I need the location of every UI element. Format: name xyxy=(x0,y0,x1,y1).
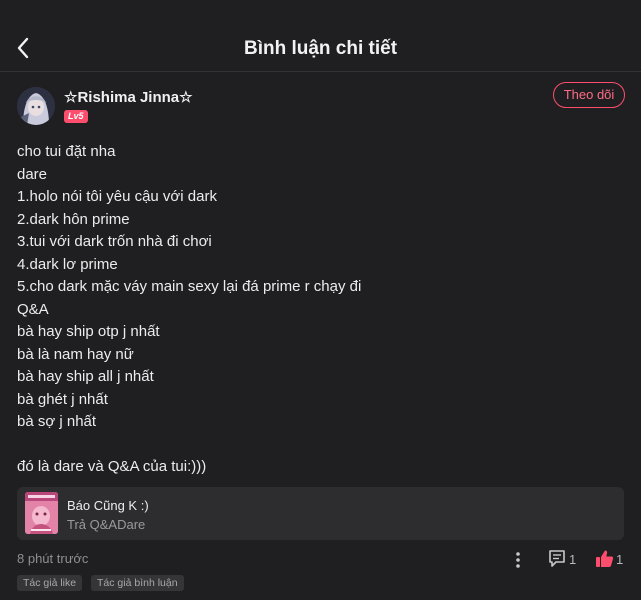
author-commented-tag: Tác giả bình luận xyxy=(91,575,184,591)
comment-line: cho tui đặt nha xyxy=(17,143,116,160)
thumbs-up-icon[interactable] xyxy=(595,549,614,568)
comment-line: 5.cho dark mặc váy main sexy lại đá prim… xyxy=(17,278,362,295)
comment-line: dare xyxy=(17,165,48,183)
comment-line: 4.dark lơ prime xyxy=(17,255,118,273)
like-count: 1 xyxy=(616,552,624,567)
more-options-icon[interactable] xyxy=(511,550,525,570)
comment-line: 1.holo nói tôi yêu cậu với dark xyxy=(17,188,217,205)
author-liked-tag: Tác giả like xyxy=(17,575,83,591)
comment-line: đó là dare và Q&A của tui:))) xyxy=(17,458,207,475)
avatar[interactable] xyxy=(17,87,55,125)
story-cover-thumbnail xyxy=(25,492,58,534)
level-badge: Lv5 xyxy=(64,110,88,123)
comment-line: bà ghét j nhất xyxy=(17,390,108,408)
comment-line: bà hay ship all j nhất xyxy=(17,368,154,385)
story-title: Báo Cũng K :) xyxy=(67,498,149,513)
story-subtitle: Trả Q&ADare xyxy=(67,517,146,532)
follow-button[interactable]: Theo dõi xyxy=(553,82,625,108)
comment-count: 1 xyxy=(569,552,577,567)
comment-line: 2.dark hôn prime xyxy=(17,210,130,228)
comment-line: 3.tui với dark trốn nhà đi chơi xyxy=(17,233,212,250)
comment-line: Q&A xyxy=(17,300,49,318)
author-name[interactable]: ☆Rishima Jinna☆ xyxy=(64,88,193,106)
page-title: Bình luận chi tiết xyxy=(243,38,398,59)
cover-art xyxy=(25,492,58,534)
comment-line: bà là nam hay nữ xyxy=(17,345,134,363)
comment-line: bà sợ j nhất xyxy=(17,413,97,430)
header-bar: Bình luận chi tiết xyxy=(0,0,641,72)
comment-icon[interactable] xyxy=(548,549,566,569)
comment-line-empty xyxy=(17,434,617,457)
avatar-image xyxy=(17,87,55,125)
comment-line: bà hay ship otp j nhất xyxy=(17,323,160,340)
linked-story-card[interactable]: Báo Cũng K :) Trả Q&ADare xyxy=(17,487,624,540)
comment-body: cho tui đặt nha dare 1.holo nói tôi yêu … xyxy=(17,141,617,479)
timestamp: 8 phút trước xyxy=(17,551,89,566)
